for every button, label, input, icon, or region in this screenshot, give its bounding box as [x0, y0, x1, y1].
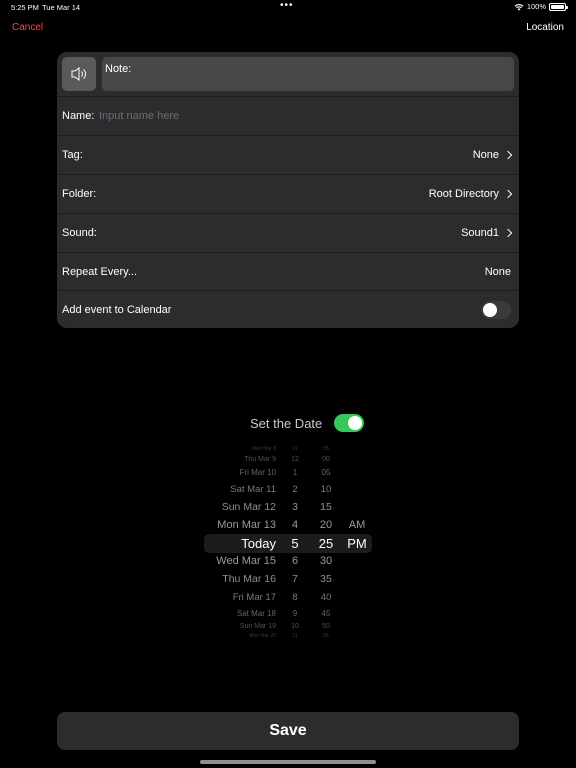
picker-hour: 8 [292, 591, 298, 603]
name-label: Name: [62, 110, 95, 122]
calendar-row: Add event to Calendar [57, 291, 519, 328]
picker-hour: 5 [291, 535, 299, 551]
calendar-label: Add event to Calendar [62, 303, 172, 316]
picker-row[interactable]: Sun Mar 12 3 15 [200, 499, 376, 516]
picker-row[interactable]: Wed Mar 15 6 30 [200, 553, 376, 570]
tag-label: Tag: [62, 149, 83, 161]
picker-hour: 11 [292, 633, 298, 640]
picker-hour: 7 [292, 572, 298, 585]
picker-minute: 55 [323, 633, 329, 640]
calendar-toggle[interactable] [481, 300, 511, 319]
picker-row[interactable]: Fri Mar 17 8 40 [200, 589, 376, 606]
status-indicators: 100% [514, 2, 568, 11]
reminder-form: Note: Name: Tag: None Folder: Root Direc… [57, 52, 519, 328]
picker-minute: 25 [318, 535, 334, 551]
folder-row[interactable]: Folder: Root Directory [57, 175, 519, 214]
picker-row[interactable]: Fri Mar 10 1 05 [200, 464, 376, 481]
picker-minute: 10 [320, 483, 332, 495]
picker-row[interactable]: Thu Mar 16 7 35 [200, 571, 376, 588]
repeat-row[interactable]: Repeat Every... None [57, 253, 519, 291]
picker-date: Wed Mar 15 [216, 554, 276, 567]
picker-minute: 05 [321, 468, 331, 478]
picker-row[interactable]: Mon Mar 13 4 20 AM [200, 517, 376, 534]
picker-hour: 2 [292, 483, 298, 495]
picker-minute: 30 [319, 554, 333, 567]
picker-hour: 6 [291, 554, 299, 567]
note-label: Note: [105, 63, 132, 75]
wifi-icon [514, 3, 524, 10]
picker-date: Fri Mar 17 [232, 591, 276, 603]
picker-minute: 40 [320, 591, 332, 603]
picker-minute: 15 [320, 500, 332, 513]
status-date: Tue Mar 14 [42, 3, 81, 12]
name-input[interactable] [99, 110, 399, 122]
picker-ampm: PM [347, 535, 367, 551]
picker-row[interactable]: Today 5 25 PM [200, 535, 376, 552]
repeat-value: None [484, 265, 511, 278]
note-field[interactable]: Note: [102, 57, 514, 91]
toggle-knob [348, 416, 362, 430]
picker-hour: 4 [291, 518, 299, 531]
sound-value: Sound1 [461, 227, 499, 239]
tag-value: None [472, 149, 499, 161]
folder-label: Folder: [62, 188, 97, 200]
picker-date: Fri Mar 10 [239, 468, 276, 478]
home-indicator [200, 760, 376, 764]
chevron-right-icon [503, 189, 513, 199]
chevron-right-icon [503, 150, 513, 160]
picker-date: Today [241, 535, 276, 551]
folder-value: Root Directory [428, 188, 499, 200]
repeat-label: Repeat Every... [62, 265, 137, 278]
note-row: Note: [57, 52, 519, 97]
picker-ampm: AM [348, 518, 366, 531]
status-bar: 5:25 PM Tue Mar 14 ••• 100% [0, 0, 576, 14]
status-time: 5:25 PM [11, 3, 39, 12]
tag-row[interactable]: Tag: None [57, 136, 519, 175]
save-button[interactable]: Save [57, 712, 519, 750]
name-row: Name: [57, 97, 519, 136]
date-time-picker[interactable]: Wed Mar 8 11 55 Thu Mar 9 12 00 Fri Mar 10 1 05 S… [200, 446, 376, 639]
picker-row[interactable]: Sat Mar 11 2 10 [200, 481, 376, 498]
speaker-button[interactable] [62, 57, 96, 91]
chevron-right-icon [503, 228, 513, 238]
picker-minute: 20 [319, 518, 333, 531]
location-button[interactable]: Location [526, 22, 564, 33]
picker-date: Thu Mar 16 [222, 572, 276, 585]
picker-minute: 35 [320, 572, 332, 585]
sound-label: Sound: [62, 227, 97, 239]
toggle-knob [483, 302, 497, 317]
battery-percent: 100% [526, 2, 546, 11]
cancel-button[interactable]: Cancel [12, 22, 43, 33]
picker-date: Mon Mar 13 [217, 518, 276, 531]
picker-row[interactable]: Mon Mar 20 11 55 [200, 628, 376, 645]
set-date-label: Set the Date [250, 416, 323, 431]
multitasking-dots-icon[interactable]: ••• [280, 0, 294, 11]
set-date-toggle[interactable] [334, 414, 364, 432]
picker-hour: 3 [292, 500, 298, 513]
battery-icon [549, 2, 568, 11]
picker-hour: 1 [292, 468, 298, 478]
picker-date: Sat Mar 11 [230, 483, 276, 495]
picker-date: Sun Mar 12 [221, 500, 276, 513]
picker-date: Mon Mar 20 [249, 633, 276, 640]
speaker-icon [71, 67, 86, 81]
sound-row[interactable]: Sound: Sound1 [57, 214, 519, 253]
